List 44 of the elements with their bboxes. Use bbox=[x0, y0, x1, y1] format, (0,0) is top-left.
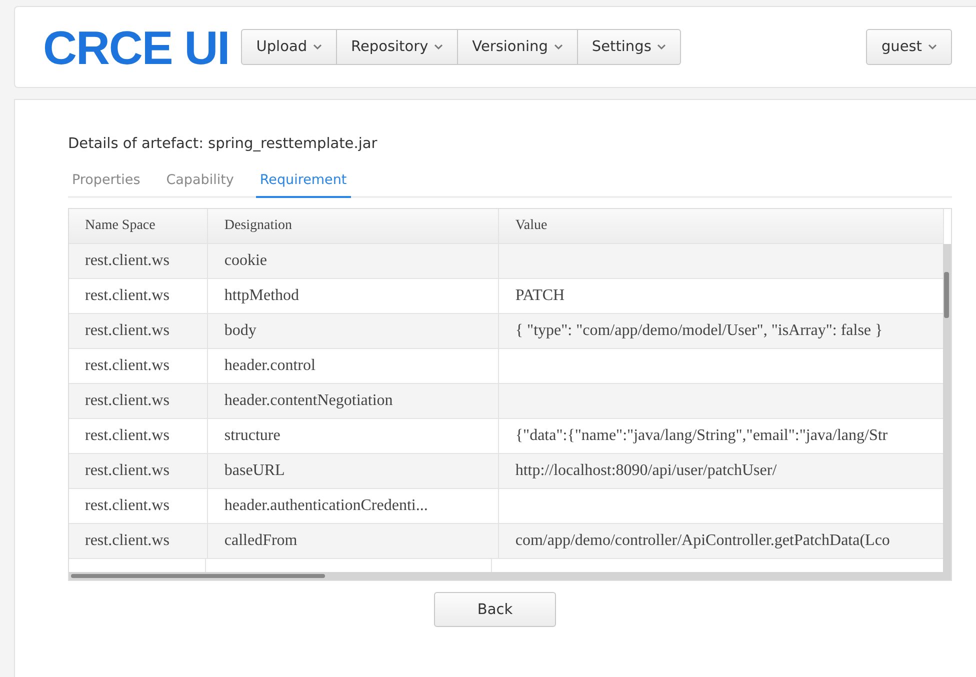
tab[interactable]: Properties bbox=[68, 166, 144, 196]
table-cell: rest.client.ws bbox=[69, 314, 208, 348]
logo[interactable]: CRCE UI bbox=[43, 24, 230, 70]
menu-button[interactable]: Upload bbox=[241, 29, 338, 65]
column-header[interactable]: Designation bbox=[208, 209, 499, 244]
table-cell: http://localhost:8090/api/user/patchUser/ bbox=[498, 454, 944, 488]
table-cell: rest.client.ws bbox=[69, 384, 208, 418]
table-cell: rest.client.ws bbox=[69, 278, 208, 314]
table-cell: cookie bbox=[208, 244, 499, 278]
table-cell: { "type": "com/app/demo/model/User", "isArray": false } bbox=[498, 314, 944, 348]
caret-icon bbox=[554, 44, 563, 50]
column-header[interactable]: Value bbox=[498, 209, 944, 244]
table-cell: structure bbox=[208, 418, 499, 454]
table-cell: header.authenticationCredenti... bbox=[208, 488, 499, 524]
table-cell: rest.client.ws bbox=[69, 244, 208, 278]
menu-button[interactable]: Settings bbox=[578, 29, 682, 65]
page-title: Details of artefact: spring_resttemplate.jar bbox=[68, 136, 378, 152]
table-cell: rest.client.ws bbox=[69, 524, 208, 558]
table-cell: rest.client.ws bbox=[69, 418, 208, 454]
table-cell: header.control bbox=[208, 348, 499, 384]
table-cell: rest.client.ws bbox=[69, 348, 208, 384]
horizontal-scrollbar[interactable] bbox=[69, 572, 951, 580]
table-cell: baseURL bbox=[208, 454, 499, 488]
vertical-scrollbar[interactable] bbox=[943, 244, 951, 572]
user-menu-button[interactable]: guest bbox=[866, 29, 952, 65]
caret-icon bbox=[928, 44, 937, 50]
table-cell: com/app/demo/controller/ApiController.getPatchData(Lco bbox=[498, 524, 944, 558]
caret-icon bbox=[657, 44, 666, 50]
menu-button[interactable]: Versioning bbox=[458, 29, 578, 65]
tab[interactable]: Requirement bbox=[256, 166, 351, 198]
caret-icon bbox=[313, 44, 322, 50]
back-button[interactable]: Back bbox=[434, 592, 556, 627]
table-cell: body bbox=[208, 314, 499, 348]
table-cell: {"data":{"name":"java/lang/String","email":"java/lang/Str bbox=[498, 418, 944, 454]
table-cell: rest.client.ws bbox=[69, 488, 208, 524]
table-cell: calledFrom bbox=[208, 524, 499, 558]
tab[interactable]: Capability bbox=[162, 166, 238, 196]
table-cell: header.contentNegotiation bbox=[208, 384, 499, 418]
table-cell: httpMethod bbox=[208, 278, 499, 314]
table-cell: rest.client.ws bbox=[69, 454, 208, 488]
table-cell: PATCH bbox=[498, 278, 944, 314]
menu-button[interactable]: Repository bbox=[337, 29, 458, 65]
caret-icon bbox=[434, 44, 444, 50]
column-header[interactable]: Name Space bbox=[69, 209, 208, 244]
